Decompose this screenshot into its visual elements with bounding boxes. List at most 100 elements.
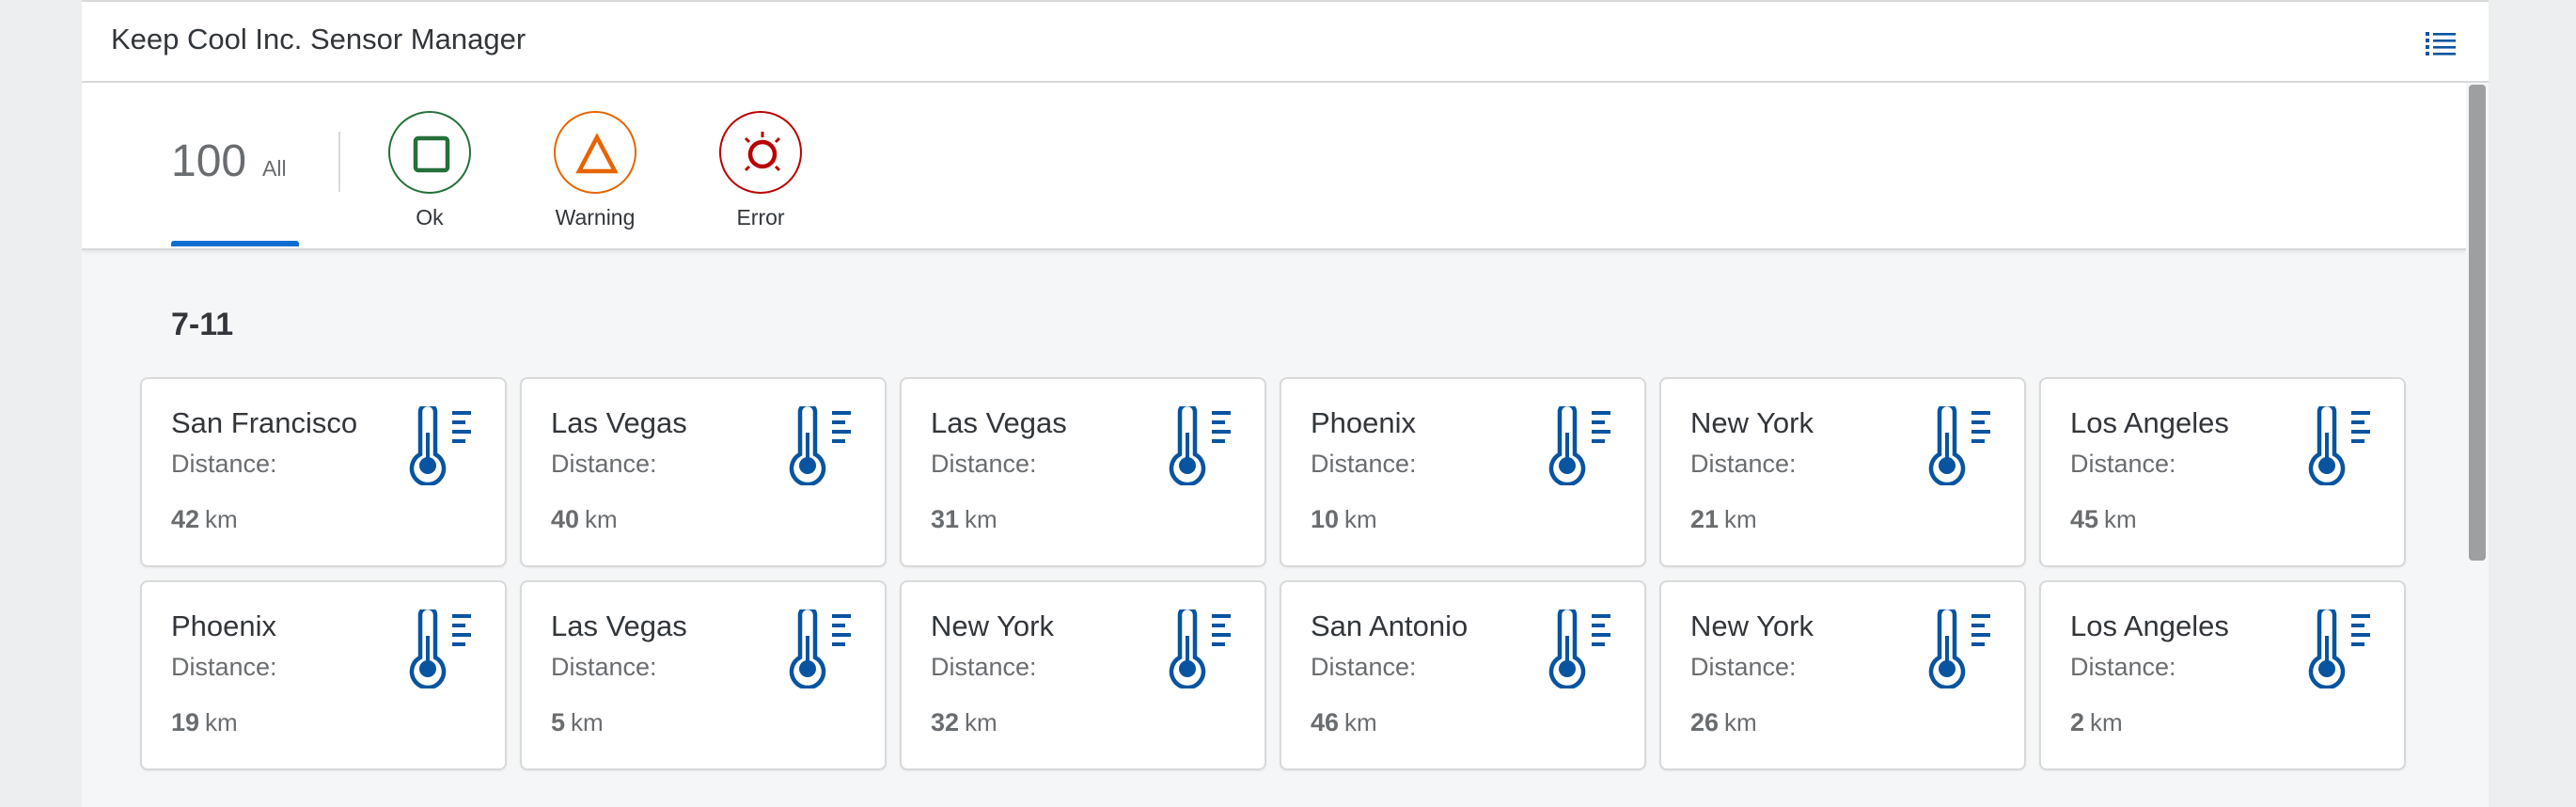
card-distance-value: 45 bbox=[2070, 505, 2099, 533]
card-distance: 26 km bbox=[1690, 708, 1757, 737]
card-distance-label: Distance: bbox=[931, 653, 1037, 681]
tab-ok-circle bbox=[388, 111, 471, 194]
card-distance-label: Distance: bbox=[1311, 653, 1417, 681]
sensor-card[interactable]: Phoenix Distance: 10 km bbox=[1280, 377, 1646, 567]
card-city: Phoenix bbox=[171, 609, 277, 642]
thermometer-icon bbox=[409, 406, 471, 485]
thermometer-icon bbox=[1548, 406, 1610, 485]
card-distance-value: 31 bbox=[931, 505, 960, 533]
tab-all[interactable]: 100 All bbox=[171, 135, 303, 220]
content-area: 7-11 San Francisco Distance: 42 km Las Ve… bbox=[82, 250, 2466, 807]
tab-error[interactable]: Error bbox=[695, 111, 826, 243]
tab-error-label: Error bbox=[736, 205, 785, 229]
sensor-card[interactable]: Las Vegas Distance: 31 km bbox=[900, 377, 1266, 567]
card-distance: 21 km bbox=[1690, 505, 1757, 534]
card-distance-unit: km bbox=[965, 708, 997, 736]
card-city: New York bbox=[1690, 406, 1814, 439]
tab-all-label: All bbox=[262, 156, 287, 181]
card-distance-unit: km bbox=[205, 505, 238, 533]
card-distance-unit: km bbox=[965, 505, 997, 533]
sensor-card[interactable]: New York Distance: 21 km bbox=[1659, 377, 2026, 567]
card-distance-label: Distance: bbox=[931, 450, 1037, 478]
card-distance: 19 km bbox=[171, 708, 238, 737]
sensor-card[interactable]: Las Vegas Distance: 5 km bbox=[520, 580, 887, 770]
card-city: Las Vegas bbox=[551, 609, 687, 642]
card-distance-value: 5 bbox=[551, 708, 566, 736]
card-distance-value: 46 bbox=[1311, 708, 1340, 736]
tab-warning-circle bbox=[554, 111, 636, 194]
group-title: 7-11 bbox=[171, 307, 234, 342]
card-distance: 40 km bbox=[551, 505, 618, 534]
tab-ok[interactable]: Ok bbox=[364, 111, 495, 243]
card-distance: 42 km bbox=[171, 505, 238, 534]
card-distance-unit: km bbox=[1724, 505, 1757, 533]
selected-tab-indicator bbox=[171, 241, 299, 246]
app-title: Keep Cool Inc. Sensor Manager bbox=[111, 23, 526, 55]
sensor-card[interactable]: Los Angeles Distance: 2 km bbox=[2039, 580, 2406, 770]
tab-separator bbox=[338, 132, 340, 192]
thermometer-icon bbox=[1928, 406, 1990, 485]
card-city: Phoenix bbox=[1311, 406, 1417, 439]
card-distance-label: Distance: bbox=[171, 450, 277, 478]
sensor-card[interactable]: Los Angeles Distance: 45 km bbox=[2039, 377, 2406, 567]
card-distance-unit: km bbox=[205, 708, 238, 736]
icon-tab-bar: 100 All Ok Warning Error bbox=[82, 83, 2466, 250]
card-distance: 5 km bbox=[551, 708, 604, 737]
thermometer-icon bbox=[2308, 609, 2370, 688]
card-distance-value: 42 bbox=[171, 505, 200, 533]
tab-warning[interactable]: Warning bbox=[529, 111, 661, 243]
tab-all-count: 100 bbox=[171, 136, 247, 186]
thermometer-icon bbox=[1548, 609, 1610, 688]
sensor-card[interactable]: Las Vegas Distance: 40 km bbox=[520, 377, 887, 567]
card-distance: 2 km bbox=[2070, 708, 2123, 737]
card-city: Los Angeles bbox=[2070, 406, 2229, 439]
card-distance-unit: km bbox=[2090, 708, 2123, 736]
thermometer-icon bbox=[1169, 609, 1231, 688]
card-distance-unit: km bbox=[585, 505, 618, 533]
card-distance-value: 2 bbox=[2070, 708, 2085, 736]
card-distance-unit: km bbox=[2104, 505, 2137, 533]
card-distance-label: Distance: bbox=[1690, 450, 1797, 478]
card-distance-value: 10 bbox=[1311, 505, 1340, 533]
sensor-card[interactable]: Phoenix Distance: 19 km bbox=[140, 580, 507, 770]
card-distance: 10 km bbox=[1311, 505, 1377, 534]
card-city: San Francisco bbox=[171, 406, 358, 439]
sensor-card[interactable]: New York Distance: 26 km bbox=[1659, 580, 2026, 770]
list-menu-button[interactable] bbox=[2423, 26, 2460, 60]
sun-icon bbox=[744, 132, 781, 172]
list-icon bbox=[2426, 32, 2456, 55]
card-distance-label: Distance: bbox=[2070, 450, 2176, 478]
card-distance-label: Distance: bbox=[1311, 450, 1417, 478]
card-distance-unit: km bbox=[1344, 708, 1377, 736]
card-distance-label: Distance: bbox=[551, 450, 657, 478]
triangle-icon bbox=[575, 133, 619, 174]
sensor-card[interactable]: New York Distance: 32 km bbox=[900, 580, 1266, 770]
card-distance-unit: km bbox=[1344, 505, 1377, 533]
card-distance-label: Distance: bbox=[171, 653, 277, 681]
card-distance-label: Distance: bbox=[1690, 653, 1797, 681]
card-distance: 45 km bbox=[2070, 505, 2137, 534]
card-distance: 46 km bbox=[1311, 708, 1377, 737]
card-distance: 31 km bbox=[931, 505, 997, 534]
square-icon bbox=[413, 135, 450, 173]
vertical-scrollbar[interactable] bbox=[2466, 83, 2489, 807]
card-city: New York bbox=[931, 609, 1054, 642]
card-distance-value: 40 bbox=[551, 505, 580, 533]
app-header: Keep Cool Inc. Sensor Manager bbox=[82, 0, 2489, 83]
thermometer-icon bbox=[1928, 609, 1990, 688]
sensor-card[interactable]: San Francisco Distance: 42 km bbox=[140, 377, 507, 567]
card-distance-label: Distance: bbox=[2070, 653, 2176, 681]
card-city: New York bbox=[1690, 609, 1814, 642]
card-distance-value: 32 bbox=[931, 708, 960, 736]
thermometer-icon bbox=[789, 406, 851, 485]
app-shell: Keep Cool Inc. Sensor Manager 100 All Ok… bbox=[82, 0, 2489, 807]
sensor-card[interactable]: San Antonio Distance: 46 km bbox=[1280, 580, 1646, 770]
scrollbar-thumb[interactable] bbox=[2469, 85, 2486, 561]
card-distance-unit: km bbox=[571, 708, 604, 736]
card-city: San Antonio bbox=[1311, 609, 1469, 642]
thermometer-icon bbox=[789, 609, 851, 688]
card-distance-label: Distance: bbox=[551, 653, 657, 681]
tab-error-circle bbox=[719, 111, 802, 194]
thermometer-icon bbox=[1169, 406, 1231, 485]
card-distance-unit: km bbox=[1724, 708, 1757, 736]
